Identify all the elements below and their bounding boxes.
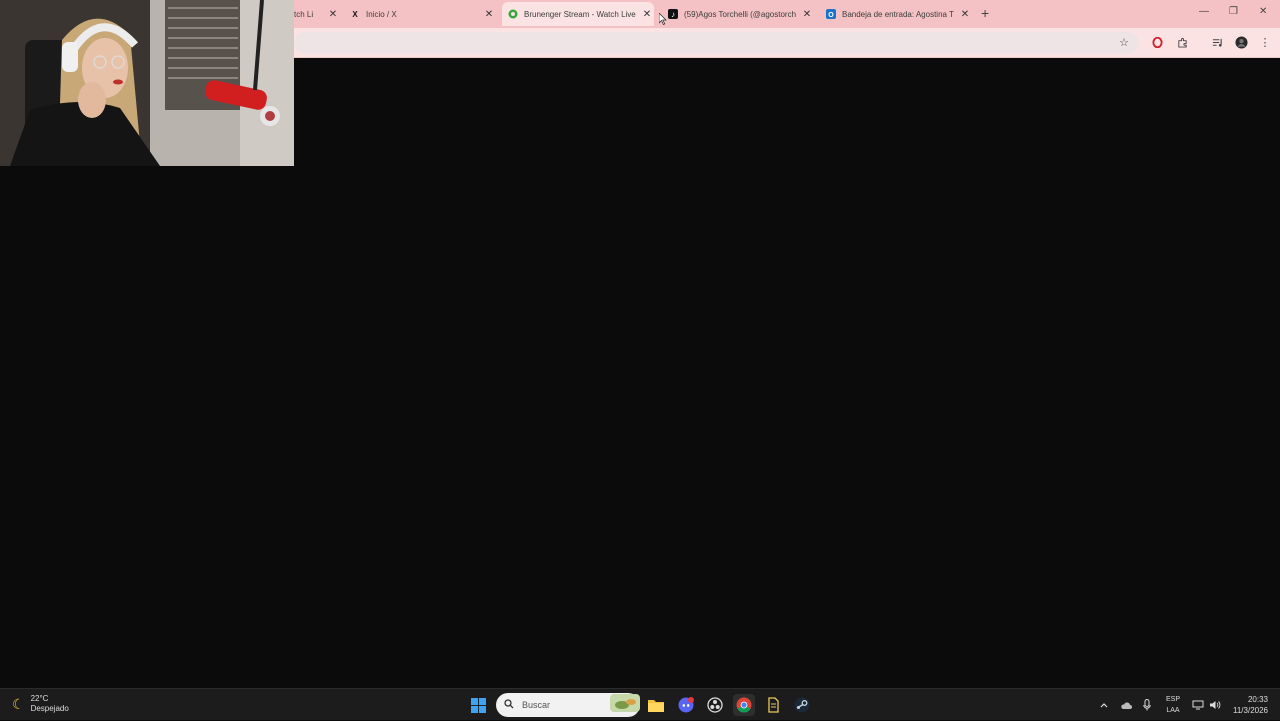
search-highlight-icon [610, 693, 640, 717]
svg-text:♪: ♪ [671, 10, 675, 19]
media-controls-icon[interactable] [1210, 35, 1224, 49]
tab-tiktok[interactable]: ♪ (59)Agos Torchelli (@agostorch ✕ [662, 4, 814, 24]
address-bar[interactable] [294, 32, 1139, 54]
webcam-overlay [0, 0, 294, 166]
obs-icon[interactable] [704, 694, 726, 716]
x-icon: X [352, 9, 358, 19]
notepad-icon[interactable] [762, 694, 784, 716]
tab-twitch[interactable]: tch Li ✕ [288, 4, 340, 24]
taskbar-search-box[interactable]: Buscar [496, 693, 640, 717]
close-window-button[interactable]: ✕ [1259, 6, 1267, 17]
opera-extension-icon[interactable] [1150, 35, 1164, 49]
windows-taskbar: ☾ 22°C Despejado Buscar ESP LAA 20:33 11… [0, 688, 1280, 720]
close-tab-icon[interactable]: ✕ [958, 9, 972, 20]
tab-x[interactable]: X Inicio / X ✕ [344, 4, 496, 24]
input-language-indicator[interactable]: ESP LAA [1163, 694, 1183, 716]
search-placeholder: Buscar [522, 700, 551, 710]
browser-menu-icon[interactable]: ⋮ [1258, 35, 1272, 49]
tiktok-icon: ♪ [668, 9, 678, 19]
maximize-button[interactable]: ❐ [1229, 6, 1238, 17]
outlook-icon: O [826, 9, 836, 19]
bookmark-star-icon[interactable]: ☆ [1117, 35, 1131, 49]
extensions-puzzle-icon[interactable] [1175, 35, 1189, 49]
tab-title: tch Li [294, 9, 314, 19]
close-tab-icon[interactable]: ✕ [640, 9, 654, 20]
mouse-cursor-icon [659, 13, 667, 25]
windows-start-icon[interactable] [467, 694, 489, 716]
new-tab-button[interactable]: + [981, 6, 989, 20]
minimize-button[interactable]: — [1199, 6, 1209, 17]
network-icon[interactable] [1190, 689, 1206, 721]
tab-title: Inicio / X [366, 9, 397, 19]
close-tab-icon[interactable]: ✕ [800, 9, 814, 20]
tab-title: Bandeja de entrada: Agostina T [842, 9, 954, 19]
chrome-icon[interactable] [733, 694, 755, 716]
onedrive-cloud-icon[interactable] [1118, 689, 1134, 721]
system-clock[interactable]: 20:33 11/3/2026 [1226, 694, 1268, 716]
close-tab-icon[interactable]: ✕ [326, 9, 340, 20]
file-explorer-icon[interactable] [645, 694, 667, 716]
weather-condition: Despejado [30, 704, 69, 713]
weather-temperature: 22°C [30, 694, 49, 703]
kick-icon [508, 9, 518, 19]
moon-icon: ☾ [12, 695, 25, 712]
tray-overflow-chevron-icon[interactable] [1096, 689, 1112, 721]
search-icon [504, 696, 514, 714]
webcam-feed-image [0, 0, 294, 166]
clock-date: 11/3/2026 [1233, 706, 1268, 715]
svg-text:O: O [828, 12, 834, 19]
tab-outlook[interactable]: O Bandeja de entrada: Agostina T ✕ [820, 4, 972, 24]
close-tab-icon[interactable]: ✕ [482, 9, 496, 20]
tab-title: Brunenger Stream - Watch Live [524, 9, 636, 19]
discord-icon[interactable] [675, 694, 697, 716]
tab-kick-active[interactable]: Brunenger Stream - Watch Live ✕ [502, 2, 654, 26]
language-code: ESP [1165, 696, 1180, 703]
tab-title: (59)Agos Torchelli (@agostorch [684, 9, 797, 19]
weather-widget[interactable]: ☾ 22°C Despejado [12, 694, 69, 714]
clock-time: 20:33 [1247, 695, 1268, 704]
profile-avatar[interactable] [1234, 35, 1248, 49]
language-layout: LAA [1166, 707, 1180, 714]
steam-icon[interactable] [791, 694, 813, 716]
volume-icon[interactable] [1207, 689, 1223, 721]
microphone-icon[interactable] [1139, 689, 1155, 721]
